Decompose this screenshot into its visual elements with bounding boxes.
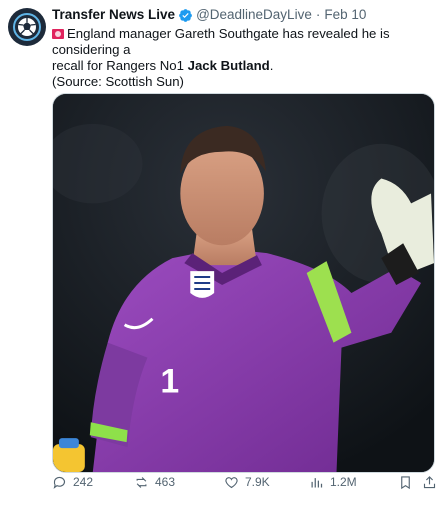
author-handle[interactable]: @DeadlineDayLive — [196, 6, 312, 24]
share-icon — [423, 475, 436, 488]
football-icon — [13, 13, 41, 41]
tweet-text-suffix: . — [269, 58, 274, 73]
player-name: Jack Butland — [187, 58, 270, 73]
views-button[interactable]: 1.2M — [309, 475, 357, 490]
separator-dot: · — [315, 7, 321, 22]
bookmark-button[interactable] — [398, 475, 413, 490]
svg-text:1: 1 — [160, 362, 179, 400]
alert-flag-icon — [52, 29, 64, 39]
tweet-text-line-1: England manager Gareth Southgate has rev… — [52, 26, 431, 58]
tweet-header: Transfer News Live @DeadlineDayLive · Fe… — [52, 6, 431, 24]
verified-badge-icon[interactable] — [178, 8, 193, 23]
goalkeeper-photo: 1 — [53, 94, 434, 472]
share-button[interactable] — [422, 475, 437, 490]
views-chart-icon — [311, 477, 323, 487]
tweet-text-prefix: recall for Rangers No1 — [52, 58, 188, 73]
tweet-text-body: England manager Gareth Southgate has rev… — [52, 26, 390, 57]
reply-icon — [53, 476, 66, 489]
author-avatar[interactable] — [8, 8, 46, 46]
tweet-text-line-2: recall for Rangers No1 Jack Butland. — [52, 58, 431, 74]
tweet[interactable]: Transfer News Live @DeadlineDayLive · Fe… — [0, 0, 439, 505]
author-name[interactable]: Transfer News Live — [52, 6, 175, 24]
heart-icon — [225, 476, 238, 488]
repost-button[interactable]: 463 — [134, 475, 175, 490]
tweet-photo[interactable]: 1 — [52, 93, 435, 473]
reply-count: 242 — [73, 475, 94, 489]
tweet-content: Transfer News Live @DeadlineDayLive · Fe… — [52, 6, 431, 90]
view-count: 1.2M — [330, 475, 357, 489]
tweet-source: (Source: Scottish Sun) — [52, 74, 184, 89]
repost-icon — [136, 476, 147, 488]
like-button[interactable]: 7.9K — [224, 475, 270, 490]
tweet-text: England manager Gareth Southgate has rev… — [52, 26, 431, 90]
repost-count: 463 — [155, 475, 176, 489]
like-count: 7.9K — [245, 475, 270, 489]
bookmark-icon — [401, 475, 410, 489]
reply-button[interactable]: 242 — [52, 475, 93, 490]
tweet-date[interactable]: Feb 10 — [324, 6, 366, 24]
